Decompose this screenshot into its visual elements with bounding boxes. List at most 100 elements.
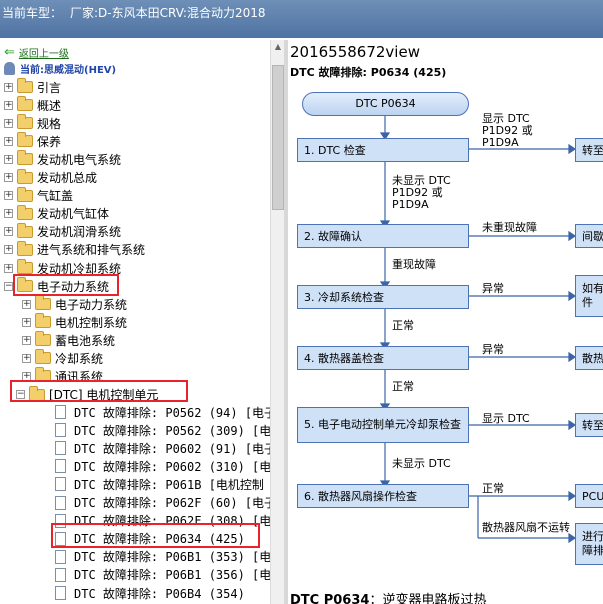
tree-item[interactable]: + 气缸盖 (4, 186, 73, 205)
document-icon (55, 459, 66, 474)
doc-item[interactable]: DTC 故障排除: P0562 (94) [电子 (55, 403, 276, 421)
folder-icon (17, 186, 33, 202)
tree-item[interactable]: + 发动机润滑系统 (4, 222, 121, 241)
expand-icon[interactable]: + (22, 317, 31, 327)
expand-icon[interactable]: + (22, 335, 31, 345)
down-label-3: 正常 (392, 319, 414, 332)
step-5[interactable]: 5. 电子电动控制单元冷却泵检查 (297, 407, 469, 443)
branch-label-1: 显示 DTC P1D92 或 P1D9A (482, 112, 533, 149)
outcome-5[interactable]: 转至 (575, 413, 603, 437)
doc-item[interactable]: DTC 故障排除: P06B1 (356) [电 (55, 566, 271, 584)
down-label-4: 正常 (392, 380, 414, 393)
expand-icon[interactable]: + (4, 100, 13, 110)
expand-icon[interactable]: + (4, 173, 13, 182)
folder-icon (17, 132, 33, 148)
sub-tree-item[interactable]: + 电子动力系统 (22, 295, 127, 313)
doc-item[interactable]: DTC 故障排除: P061B [电机控制 (55, 475, 264, 493)
document-icon (55, 405, 66, 419)
document-icon (55, 441, 66, 456)
expand-icon[interactable]: + (4, 209, 13, 219)
doc-item[interactable]: DTC 故障排除: P06B4 (354) (55, 584, 245, 602)
sub-tree-item[interactable]: + 电机控制系统 (22, 313, 127, 331)
expand-icon[interactable]: + (4, 118, 13, 128)
tree-item[interactable]: + 发动机总成 (4, 168, 97, 187)
document-icon (55, 423, 66, 438)
down-label-2: 重现故障 (392, 258, 436, 271)
back-arrow-icon: ⇐ (4, 44, 15, 60)
outcome-4[interactable]: 散热 (575, 346, 603, 370)
highlight-electric-power (13, 274, 119, 296)
document-icon (55, 495, 66, 510)
folder-icon (35, 313, 51, 329)
document-icon (55, 567, 66, 582)
tree-item[interactable]: + 发动机气缸体 (4, 204, 109, 223)
folder-icon (35, 295, 51, 310)
outcome-6[interactable]: PCU (575, 484, 603, 508)
doc-item[interactable]: DTC 故障排除: P06B1 (353) [电 (55, 548, 271, 566)
branch-label-3: 异常 (482, 282, 504, 295)
doc-item[interactable]: DTC 故障排除: P062F (60) [电子 (55, 494, 276, 512)
highlight-dtc-folder (10, 380, 188, 402)
doc-item[interactable]: DTC 故障排除: P0562 (309) [电 (55, 421, 271, 439)
outcome-2[interactable]: 间歇 (575, 224, 603, 248)
scroll-up-icon[interactable]: ▲ (271, 40, 285, 54)
branch-label-6: 正常 (482, 482, 504, 495)
expand-icon[interactable]: + (4, 245, 13, 255)
down-label-1: 未显示 DTC P1D92 或 P1D9A (392, 174, 451, 211)
tree-scrollbar[interactable]: ▲ (270, 40, 284, 604)
document-icon (55, 586, 66, 600)
branch-label-4: 异常 (482, 343, 504, 356)
expand-icon[interactable]: + (22, 353, 31, 363)
expand-icon[interactable]: + (4, 136, 13, 146)
flowchart-lines (379, 116, 577, 544)
tree-item[interactable]: + 保养 (4, 132, 61, 150)
step-1[interactable]: 1. DTC 检查 (297, 138, 469, 162)
folder-icon (35, 331, 51, 347)
tree-item[interactable]: + 概述 (4, 96, 61, 114)
expand-icon[interactable]: + (22, 299, 31, 309)
sub-tree-item[interactable]: + 蓄电池系统 (22, 331, 115, 349)
folder-icon (17, 204, 33, 220)
folder-icon (17, 168, 33, 184)
document-icon (55, 549, 66, 564)
vehicle-label: 当前车型： (2, 6, 63, 20)
document-icon (55, 477, 66, 492)
step-3[interactable]: 3. 冷却系统检查 (297, 285, 469, 309)
sub-tree-item[interactable]: + 冷却系统 (22, 349, 103, 367)
current-node: 当前:思威混动(HEV) (4, 59, 116, 77)
folder-icon (17, 114, 33, 130)
dtc-description: DTC P0634：逆变器电路板过热 (290, 593, 487, 604)
expand-icon[interactable]: + (4, 82, 13, 92)
folder-icon (17, 259, 33, 274)
tree-item[interactable]: + 规格 (4, 114, 61, 132)
outcome-1[interactable]: 转至 (575, 138, 603, 162)
folder-icon (17, 96, 33, 112)
folder-icon (17, 222, 33, 238)
vehicle-value: 厂家:D-东风本田CRV:混合动力2018 (70, 6, 266, 20)
expand-icon[interactable]: + (4, 227, 13, 237)
step-2[interactable]: 2. 故障确认 (297, 224, 469, 248)
tree-item[interactable]: + 发动机电气系统 (4, 150, 121, 168)
doc-item[interactable]: DTC 故障排除: P0602 (310) [电 (55, 457, 271, 475)
expand-icon[interactable]: + (4, 154, 13, 164)
expand-icon[interactable]: + (4, 263, 13, 273)
down-label-5: 未显示 DTC (392, 457, 451, 470)
start-node: DTC P0634 (302, 92, 469, 116)
branch-label-7: 散热器风扇不运转 (482, 521, 570, 534)
folder-icon (17, 240, 33, 256)
person-icon (4, 61, 15, 75)
navigation-tree: ⇐ 返回上一级 当前:思威混动(HEV) + 引言 + 概述 + 规格 + 保养… (0, 40, 283, 604)
tree-item[interactable]: + 引言 (4, 78, 61, 96)
doc-item[interactable]: DTC 故障排除: P0602 (91) [电子 (55, 439, 276, 457)
top-bar: 当前车型： 厂家:D-东风本田CRV:混合动力2018 (0, 0, 603, 38)
step-4[interactable]: 4. 散热器盖检查 (297, 346, 469, 370)
tree-item[interactable]: + 进气系统和排气系统 (4, 240, 145, 259)
branch-label-5: 显示 DTC (482, 412, 530, 425)
scroll-thumb[interactable] (272, 65, 284, 210)
collapse-icon[interactable]: − (4, 281, 13, 291)
outcome-7[interactable]: 进行 障排 (575, 523, 603, 565)
highlight-p0634 (51, 523, 260, 548)
step-6[interactable]: 6. 散热器风扇操作检查 (297, 484, 469, 508)
expand-icon[interactable]: + (4, 191, 13, 201)
outcome-3[interactable]: 如有 件 (575, 275, 603, 317)
